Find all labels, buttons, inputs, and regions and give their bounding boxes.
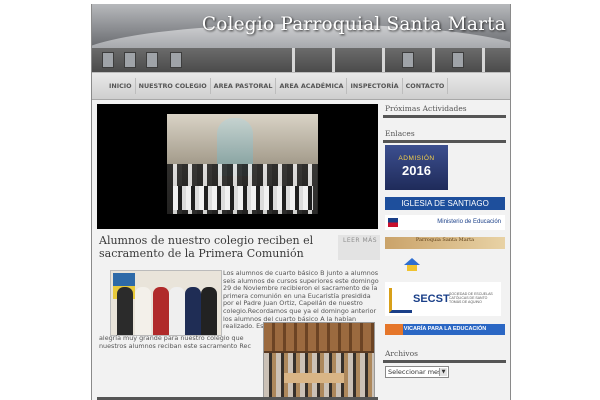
vicaria-label: VICARÍA PARA LA EDUCACIÓN [403, 326, 487, 332]
secst-subtitle: SOCIEDAD DE ESCUELAS CATÓLICAS DE SANTO … [449, 292, 493, 304]
header-pillar [332, 48, 335, 72]
person-figure [185, 287, 201, 335]
iglesia-santiago-banner[interactable]: IGLESIA DE SANTIAGO [385, 197, 505, 210]
secst-label: SECST [413, 293, 450, 305]
post-title[interactable]: Alumnos de nuestro colegio reciben el sa… [99, 234, 324, 260]
students-front-row-image [173, 186, 313, 210]
admision-banner[interactable]: ADMISIÓN 2016 [385, 145, 448, 190]
mineduc-label: Ministerio de Educación [437, 219, 501, 225]
school-roof-icon[interactable] [403, 255, 421, 273]
nav-item-contacto[interactable]: CONTACTO [403, 78, 449, 94]
post-photo-church[interactable] [263, 322, 375, 398]
nav-item-inicio[interactable]: INICIO [106, 78, 136, 94]
chevron-down-icon: ▼ [439, 368, 447, 376]
header-pillar [482, 48, 485, 72]
secst-banner[interactable]: SECST SOCIEDAD DE ESCUELAS CATÓLICAS DE … [385, 282, 501, 316]
read-more-button[interactable]: LEER MÁS [338, 235, 380, 260]
post-excerpt-continued: alegría muy grande para nuestro colegio … [99, 334, 251, 350]
header-window [402, 52, 414, 68]
mineduc-banner[interactable]: Ministerio de Educación [385, 215, 505, 230]
site-header: Colegio Parroquial Santa Marta [92, 4, 510, 72]
vicaria-banner[interactable]: VICARÍA PARA LA EDUCACIÓN [385, 324, 505, 335]
chile-logo-icon [388, 218, 398, 227]
altar-table-image [284, 373, 344, 383]
person-figure [117, 287, 133, 335]
archive-month-select[interactable]: Seleccionar mes ▼ [385, 366, 449, 378]
main-nav: INICIO NUESTRO COLEGIO AREA PASTORAL ARE… [92, 72, 510, 100]
nav-item-inspectoria[interactable]: INSPECTORÍA [347, 78, 403, 94]
header-window [124, 52, 136, 68]
nav-item-nuestro-colegio[interactable]: NUESTRO COLEGIO [136, 78, 211, 94]
parroquia-banner[interactable]: Parroquia Santa Marta [385, 237, 505, 249]
featured-slider[interactable] [97, 104, 378, 229]
person-figure [153, 287, 169, 335]
page-frame: Colegio Parroquial Santa Marta INICIO NU… [91, 4, 511, 400]
widget-title-archivos: Archivos [383, 347, 506, 363]
archive-select-value: Seleccionar mes [388, 368, 442, 376]
header-window [146, 52, 158, 68]
archive-widget: Archivos Seleccionar mes ▼ [383, 347, 506, 378]
site-title[interactable]: Colegio Parroquial Santa Marta [196, 14, 506, 35]
person-figure [201, 287, 217, 335]
sidebar: Próximas Actividades Enlaces ADMISIÓN 20… [383, 102, 506, 400]
admision-year: 2016 [402, 163, 431, 178]
header-window [102, 52, 114, 68]
nav-item-area-pastoral[interactable]: AREA PASTORAL [211, 78, 277, 94]
post-photo-group[interactable] [110, 270, 222, 336]
nav-item-area-academica[interactable]: AREA ACADÉMICA [276, 78, 348, 94]
person-figure [135, 287, 151, 335]
secst-logo-icon [389, 288, 412, 313]
header-pillar [382, 48, 385, 72]
slider-photo[interactable] [167, 114, 318, 214]
widget-title-enlaces: Enlaces [383, 127, 506, 143]
widget-title-proximas: Próximas Actividades [383, 102, 506, 118]
church-ceiling-image [264, 323, 374, 351]
person-figure [169, 287, 185, 335]
header-window [452, 52, 464, 68]
admision-label: ADMISIÓN [398, 155, 435, 162]
header-pillar [292, 48, 295, 72]
header-window [170, 52, 182, 68]
header-pillar [432, 48, 435, 72]
cross-icon [385, 324, 403, 335]
